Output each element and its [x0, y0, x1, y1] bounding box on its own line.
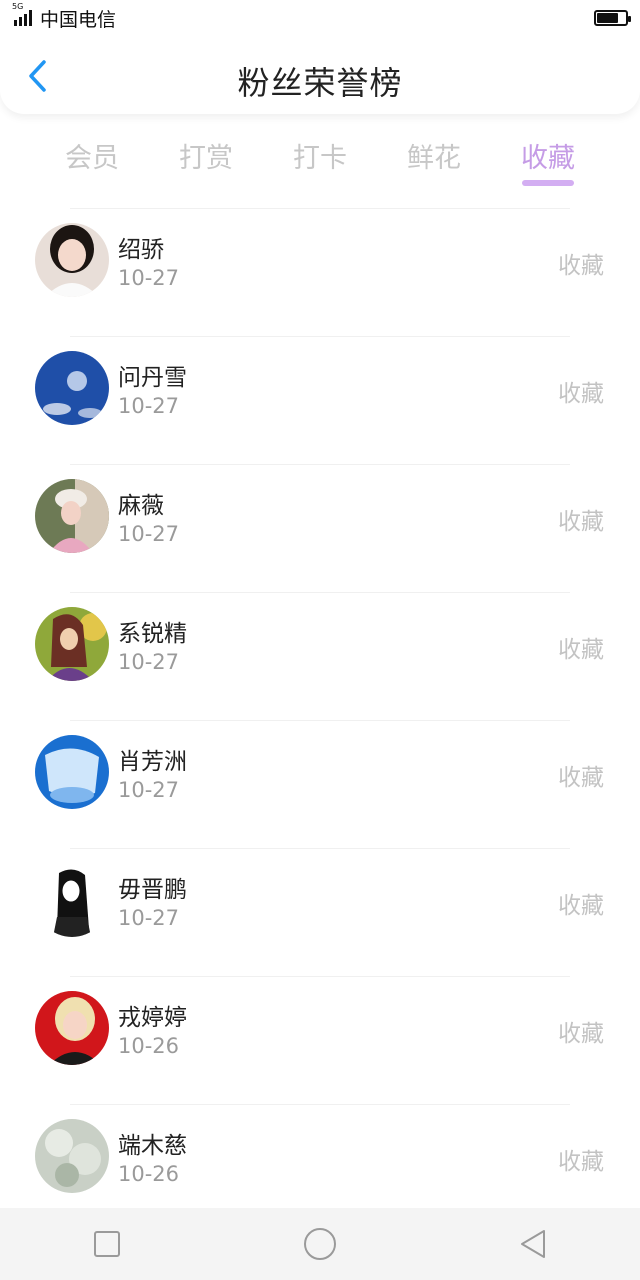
tab-checkin[interactable]: 打卡 — [270, 136, 370, 175]
avatar — [35, 351, 109, 425]
tab-active-indicator — [522, 180, 574, 186]
avatar — [35, 1119, 109, 1193]
battery-icon — [594, 10, 631, 26]
row-divider — [70, 592, 570, 593]
battery-level — [597, 13, 618, 23]
carrier-name: 中国电信 — [40, 8, 117, 31]
fan-date: 10-27 — [118, 650, 180, 674]
tab-favorites[interactable]: 收藏 — [498, 136, 598, 175]
page-header: 粉丝荣誉榜 — [0, 36, 640, 114]
avatar — [35, 223, 109, 297]
action-label: 收藏 — [558, 1021, 604, 1047]
home-button[interactable] — [290, 1214, 350, 1274]
action-label: 收藏 — [558, 509, 604, 535]
tab-member[interactable]: 会员 — [42, 136, 142, 175]
fan-name: 问丹雪 — [118, 365, 187, 391]
row-divider — [70, 720, 570, 721]
row-divider — [70, 336, 570, 337]
action-label: 收藏 — [558, 637, 604, 663]
row-divider — [70, 848, 570, 849]
fan-date: 10-27 — [118, 394, 180, 418]
action-label: 收藏 — [558, 381, 604, 407]
row-divider — [70, 464, 570, 465]
fan-date: 10-26 — [118, 1034, 180, 1058]
list-item[interactable]: 绍骄 10-27 收藏 — [0, 208, 640, 336]
avatar — [35, 607, 109, 681]
network-type: 5G — [12, 2, 24, 11]
action-label: 收藏 — [558, 893, 604, 919]
fan-name: 绍骄 — [118, 237, 164, 263]
avatar — [35, 991, 109, 1065]
tab-flowers[interactable]: 鲜花 — [384, 136, 484, 175]
status-bar: 5G 中国电信 — [0, 0, 640, 36]
avatar — [35, 735, 109, 809]
avatar — [35, 479, 109, 553]
status-left: 5G 中国电信 — [12, 2, 117, 32]
avatar — [35, 863, 109, 937]
fan-date: 10-26 — [118, 1162, 180, 1186]
row-divider — [70, 208, 570, 209]
system-nav-bar — [0, 1208, 640, 1280]
fan-date: 10-27 — [118, 266, 180, 290]
action-label: 收藏 — [558, 1149, 604, 1175]
fan-date: 10-27 — [118, 906, 180, 930]
tab-reward[interactable]: 打赏 — [156, 136, 256, 175]
row-divider — [70, 976, 570, 977]
list-item[interactable]: 麻薇 10-27 收藏 — [0, 464, 640, 592]
action-label: 收藏 — [558, 765, 604, 791]
action-label: 收藏 — [558, 253, 604, 279]
tab-bar: 会员 打赏 打卡 鲜花 收藏 — [0, 128, 640, 190]
square-icon — [93, 1231, 120, 1257]
page-title: 粉丝荣誉榜 — [237, 64, 403, 102]
list-item[interactable]: 毋晋鹏 10-27 收藏 — [0, 848, 640, 976]
fan-name: 麻薇 — [118, 493, 164, 519]
fan-name: 戎婷婷 — [118, 1005, 187, 1031]
fan-name: 肖芳洲 — [118, 749, 187, 775]
fan-name: 系锐精 — [118, 621, 187, 647]
signal-icon: 5G — [12, 2, 34, 26]
recent-apps-button[interactable] — [77, 1214, 137, 1274]
list-item[interactable]: 问丹雪 10-27 收藏 — [0, 336, 640, 464]
fan-name: 端木慈 — [118, 1133, 187, 1159]
system-back-button[interactable] — [503, 1214, 563, 1274]
list-item[interactable]: 系锐精 10-27 收藏 — [0, 592, 640, 720]
fan-name: 毋晋鹏 — [118, 877, 187, 903]
circle-icon — [303, 1228, 336, 1260]
fan-list: 绍骄 10-27 收藏 问丹雪 10-27 收藏 麻薇 10-27 收藏 系锐精… — [0, 208, 640, 1232]
list-item[interactable]: 肖芳洲 10-27 收藏 — [0, 720, 640, 848]
fan-date: 10-27 — [118, 778, 180, 802]
list-item[interactable]: 戎婷婷 10-26 收藏 — [0, 976, 640, 1104]
row-divider — [70, 1104, 570, 1105]
fan-date: 10-27 — [118, 522, 180, 546]
triangle-back-icon — [521, 1230, 546, 1258]
